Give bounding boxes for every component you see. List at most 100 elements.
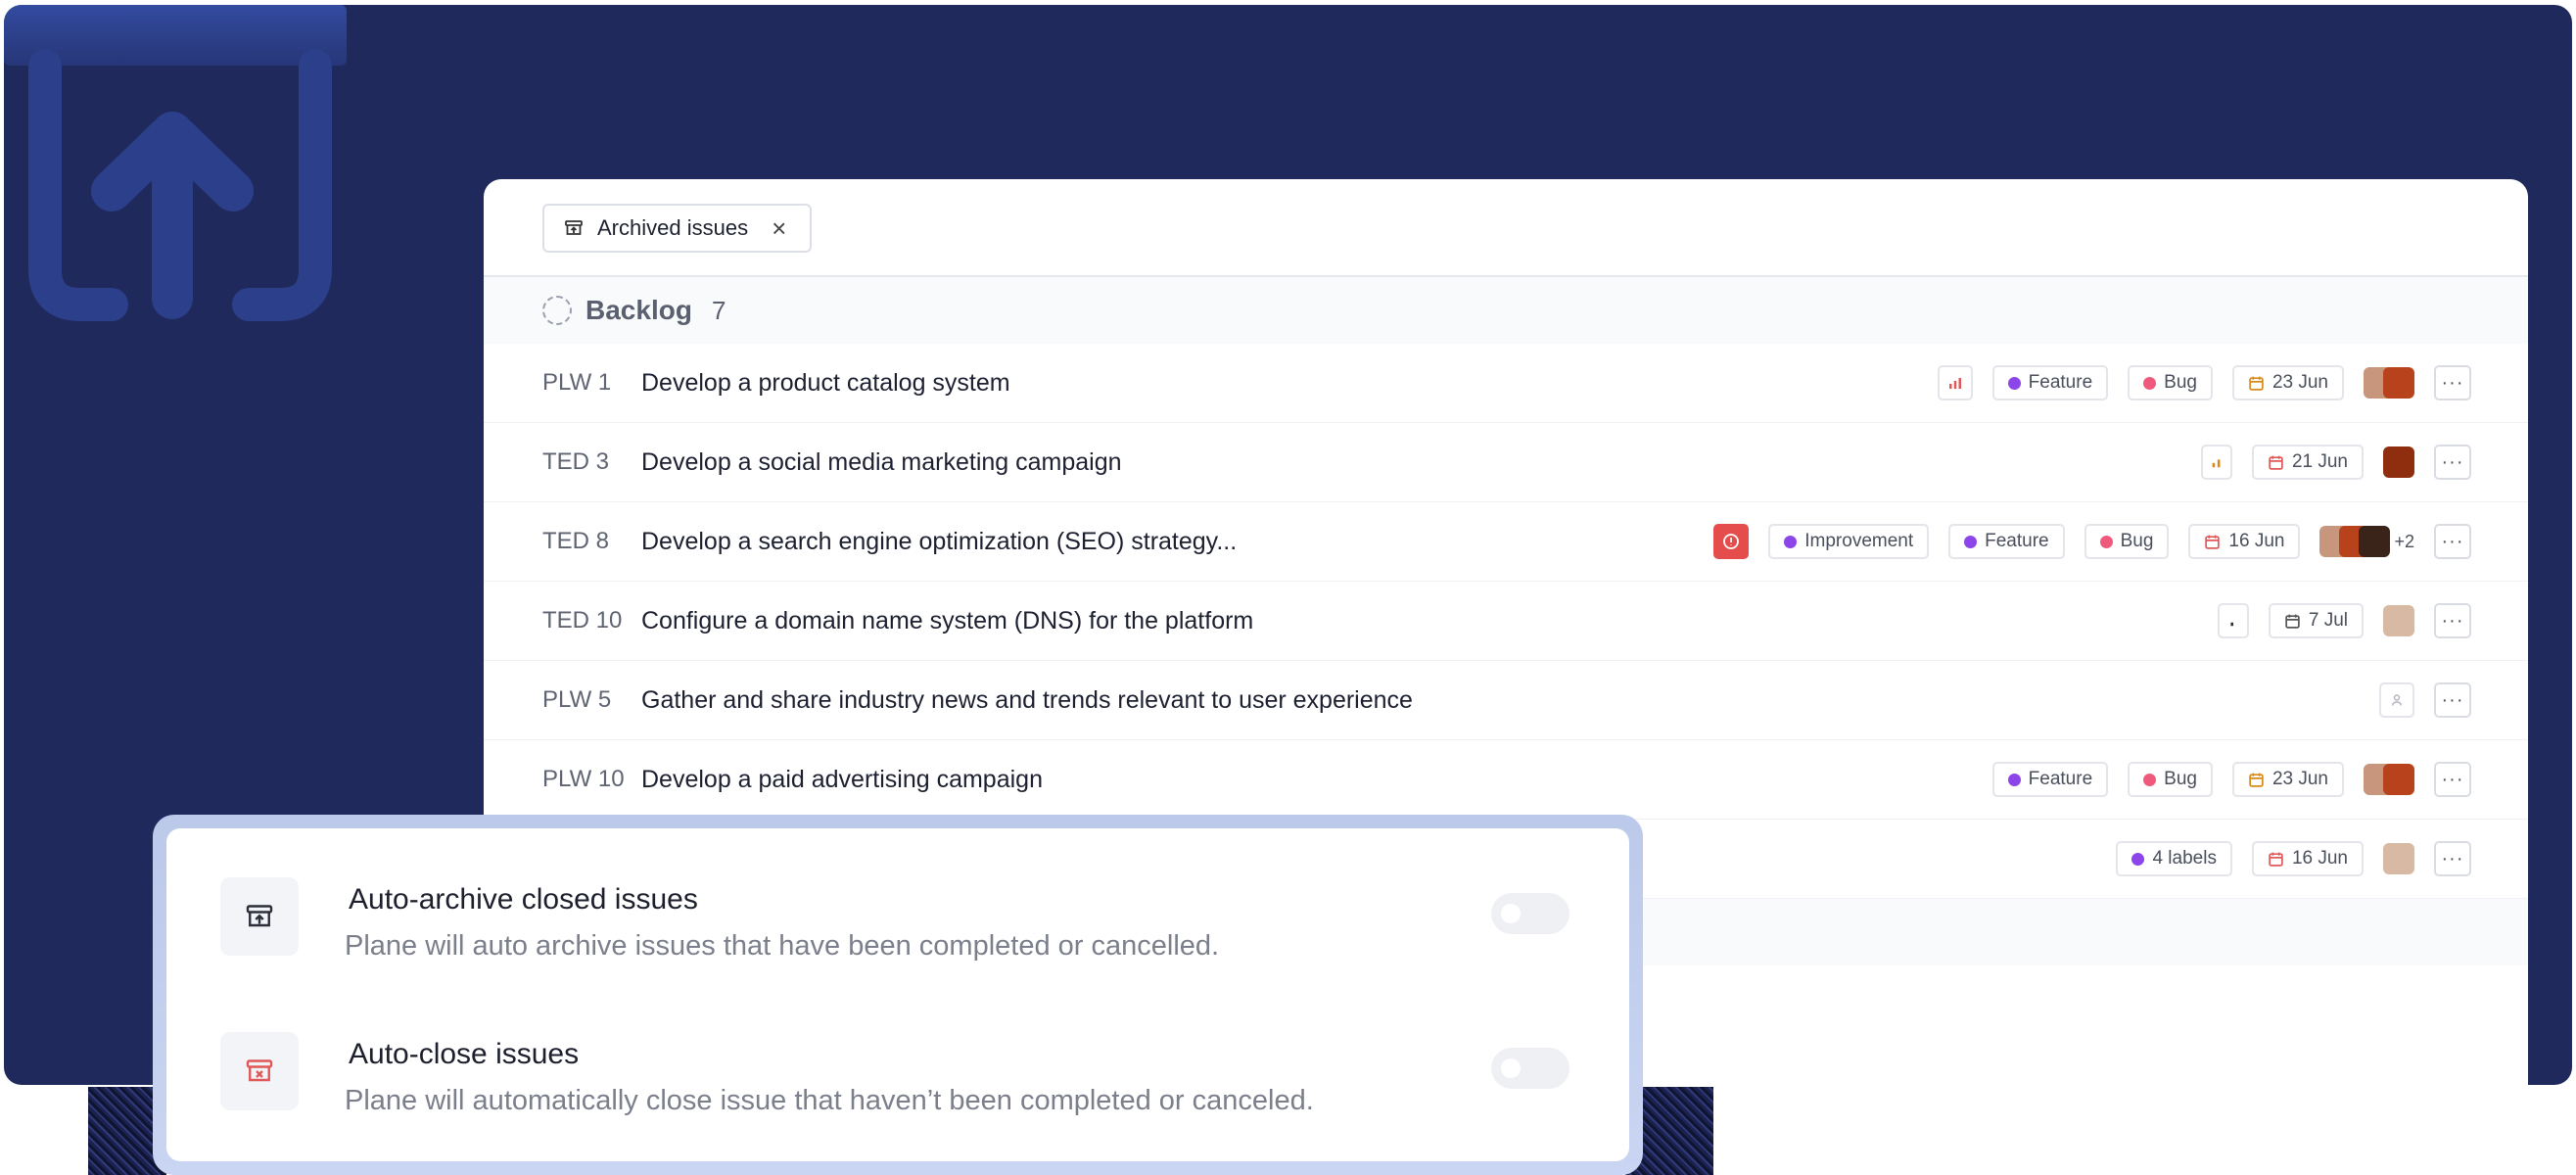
more-options-button[interactable]: ··· — [2434, 445, 2471, 480]
issue-title[interactable]: Develop a paid advertising campaign — [641, 766, 1992, 794]
setting-title: Auto-close issues — [349, 1038, 580, 1070]
issue-row[interactable]: TED 10 Configure a domain name system (D… — [484, 582, 2528, 661]
label-text: Bug — [2120, 531, 2154, 551]
avatar — [2383, 605, 2414, 636]
automation-settings-card: Auto-archive closed issues Plane will au… — [153, 815, 1643, 1175]
label-bug[interactable]: Bug — [2128, 365, 2213, 400]
priority-high-icon[interactable] — [1937, 365, 1973, 400]
filter-bar: Archived issues × — [484, 179, 2528, 277]
issue-properties: 21 Jun ··· — [2200, 445, 2471, 480]
due-date[interactable]: 23 Jun — [2231, 365, 2344, 400]
more-options-button[interactable]: ··· — [2434, 603, 2471, 638]
assignees[interactable] — [2383, 446, 2414, 478]
label-dot-icon — [2099, 535, 2113, 548]
assignees[interactable] — [2364, 764, 2414, 795]
assignees[interactable] — [2383, 605, 2414, 636]
more-options-button[interactable]: ··· — [2434, 762, 2471, 797]
calendar-icon — [2205, 535, 2221, 549]
issue-key: TED 3 — [542, 448, 610, 475]
due-date[interactable]: 7 Jul — [2268, 603, 2364, 638]
automation-settings-panel: Auto-archive closed issues Plane will au… — [166, 828, 1629, 1161]
more-options-button[interactable]: ··· — [2434, 524, 2471, 559]
issue-key: PLW 5 — [542, 686, 612, 713]
backlog-dashed-circle-icon — [542, 296, 572, 325]
avatar — [2383, 764, 2414, 795]
label-dot-icon — [1784, 535, 1798, 548]
label-text: 4 labels — [2152, 848, 2217, 869]
label-text: Bug — [2164, 372, 2197, 393]
calendar-icon — [2269, 455, 2283, 470]
issue-key: TED 8 — [542, 528, 610, 554]
label-text: Improvement — [1804, 531, 1914, 551]
issue-title[interactable]: Develop a product catalog system — [641, 369, 1938, 398]
label-dot-icon — [1964, 535, 1978, 548]
assignees[interactable] — [2364, 367, 2414, 399]
label-text: Feature — [2028, 769, 2093, 789]
issue-title[interactable]: Develop a social media marketing campaig… — [641, 448, 2201, 477]
auto-archive-toggle[interactable] — [1491, 893, 1569, 934]
label-dot-icon — [2007, 376, 2021, 390]
priority-medium-icon[interactable] — [2200, 445, 2232, 480]
more-options-button[interactable]: ··· — [2434, 365, 2471, 400]
setting-title: Auto-archive closed issues — [349, 883, 698, 916]
calendar-icon — [2285, 614, 2300, 629]
label-feature[interactable]: Feature — [1991, 365, 2109, 400]
label-text: Feature — [2028, 372, 2093, 393]
archived-issues-label: Archived issues — [597, 215, 749, 240]
issue-key: TED 10 — [542, 607, 623, 634]
issue-title[interactable]: Develop a search engine optimization (SE… — [641, 528, 1713, 556]
label-bug[interactable]: Bug — [2128, 762, 2213, 797]
issue-row[interactable]: PLW 1 Develop a product catalog system F… — [484, 344, 2528, 423]
label-improvement[interactable]: Improvement — [1768, 524, 1930, 559]
labels-summary[interactable]: 4 labels — [2116, 841, 2232, 876]
label-dot-icon — [2131, 852, 2145, 866]
more-options-button[interactable]: ··· — [2434, 682, 2471, 718]
stage: Archived issues × Backlog 7 PLW 1 Develo… — [0, 0, 2576, 1175]
avatar — [2383, 843, 2414, 874]
label-text: Feature — [1985, 531, 2049, 551]
setting-description: Plane will auto archive issues that have… — [345, 930, 1220, 962]
archived-issues-chip[interactable]: Archived issues × — [542, 204, 813, 253]
label-text: Bug — [2164, 769, 2197, 789]
calendar-icon — [2249, 773, 2264, 787]
group-header-backlog[interactable]: Backlog 7 — [484, 277, 2528, 344]
group-title: Backlog — [585, 295, 692, 325]
label-feature[interactable]: Feature — [1991, 762, 2109, 797]
due-date[interactable]: 21 Jun — [2251, 445, 2364, 480]
issue-properties: 7 Jul ··· — [2217, 603, 2471, 638]
priority-urgent-icon[interactable] — [1713, 524, 1750, 559]
issue-properties: 4 labels 16 Jun ··· — [2116, 841, 2471, 876]
issue-properties: Improvement Feature Bug 16 Jun +2 ··· — [1713, 524, 2471, 559]
issue-title[interactable]: Configure a domain name system (DNS) for… — [641, 607, 2218, 635]
more-options-button[interactable]: ··· — [2434, 841, 2471, 876]
label-bug[interactable]: Bug — [2084, 524, 2170, 559]
archive-icon — [220, 877, 299, 956]
due-date[interactable]: 16 Jun — [2188, 524, 2301, 559]
avatar — [2359, 526, 2391, 557]
due-date[interactable]: 23 Jun — [2231, 762, 2344, 797]
due-date[interactable]: 16 Jun — [2251, 841, 2364, 876]
avatar — [2383, 446, 2414, 478]
add-assignee-icon[interactable] — [2379, 682, 2414, 718]
label-dot-icon — [2143, 773, 2157, 786]
due-date-text: 7 Jul — [2308, 610, 2348, 631]
archive-x-icon — [220, 1032, 299, 1110]
label-feature[interactable]: Feature — [1948, 524, 2065, 559]
priority-low-icon[interactable] — [2217, 603, 2249, 638]
issue-row[interactable]: TED 8 Develop a search engine optimizati… — [484, 502, 2528, 582]
issue-row[interactable]: PLW 10 Develop a paid advertising campai… — [484, 740, 2528, 820]
label-dot-icon — [2007, 773, 2021, 786]
issue-row[interactable]: PLW 5 Gather and share industry news and… — [484, 661, 2528, 740]
issue-row[interactable]: TED 3 Develop a social media marketing c… — [484, 423, 2528, 502]
issue-title[interactable]: Gather and share industry news and trend… — [641, 686, 2379, 715]
issue-key: PLW 10 — [542, 766, 625, 792]
remove-filter-icon[interactable]: × — [772, 213, 786, 244]
assignees[interactable]: +2 — [2319, 526, 2414, 557]
setting-description: Plane will automatically close issue tha… — [345, 1085, 1314, 1116]
auto-close-toggle[interactable] — [1491, 1048, 1569, 1089]
archive-icon — [565, 220, 583, 235]
due-date-text: 23 Jun — [2272, 372, 2328, 393]
issue-properties: ··· — [2379, 682, 2471, 718]
group-count: 7 — [711, 295, 726, 325]
assignees[interactable] — [2383, 843, 2414, 874]
